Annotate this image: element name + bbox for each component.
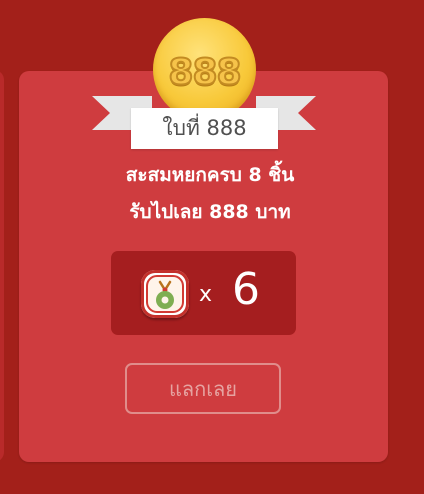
gold-coin-icon: 888 — [153, 18, 256, 121]
card-number-ribbon: ใบที่ 888 — [131, 108, 278, 149]
collect-requirement-text: สะสมหยกครบ 8 ชิ้น — [125, 164, 295, 186]
collected-count: 6 — [232, 264, 260, 315]
card-number-label: ใบที่ 888 — [162, 116, 247, 140]
prize-amount-text: รับไปเลย 888 บาท — [129, 201, 291, 223]
jade-pendant-icon — [141, 270, 189, 318]
coin-label: 888 — [167, 51, 242, 94]
redeem-button[interactable]: แลกเลย — [125, 363, 281, 414]
previous-card-edge[interactable] — [0, 70, 4, 462]
multiplier-sign: x — [199, 282, 213, 307]
